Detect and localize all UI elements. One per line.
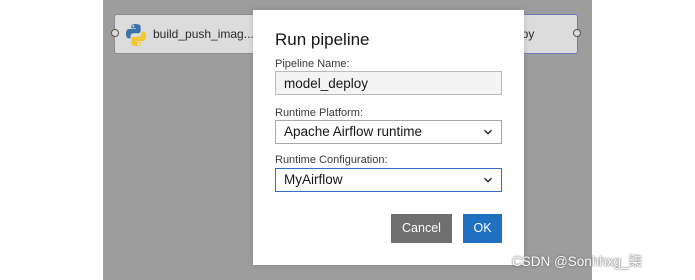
pipeline-name-input[interactable] — [275, 71, 502, 95]
runtime-platform-select[interactable]: Apache Airflow runtime — [275, 120, 502, 144]
ok-button[interactable]: OK — [463, 214, 502, 243]
watermark: CSDN @Sonhhxg_柒 — [512, 254, 643, 269]
dialog-title: Run pipeline — [275, 30, 370, 49]
output-port[interactable] — [573, 29, 581, 37]
runtime-platform-label: Runtime Platform: — [275, 107, 364, 119]
python-icon — [126, 24, 146, 46]
input-port[interactable] — [111, 29, 119, 37]
runtime-configuration-select[interactable]: MyAirflow — [275, 168, 502, 192]
runtime-platform-value: Apache Airflow runtime — [284, 124, 423, 139]
runtime-configuration-value: MyAirflow — [284, 172, 343, 187]
chevron-down-icon — [484, 177, 492, 183]
run-pipeline-dialog: Run pipeline Pipeline Name: Runtime Plat… — [253, 10, 524, 265]
node-label: build_push_imag... — [153, 27, 254, 41]
chevron-down-icon — [484, 129, 492, 135]
pipeline-name-label: Pipeline Name: — [275, 58, 350, 70]
cancel-button[interactable]: Cancel — [391, 214, 452, 243]
runtime-configuration-label: Runtime Configuration: — [275, 154, 388, 166]
